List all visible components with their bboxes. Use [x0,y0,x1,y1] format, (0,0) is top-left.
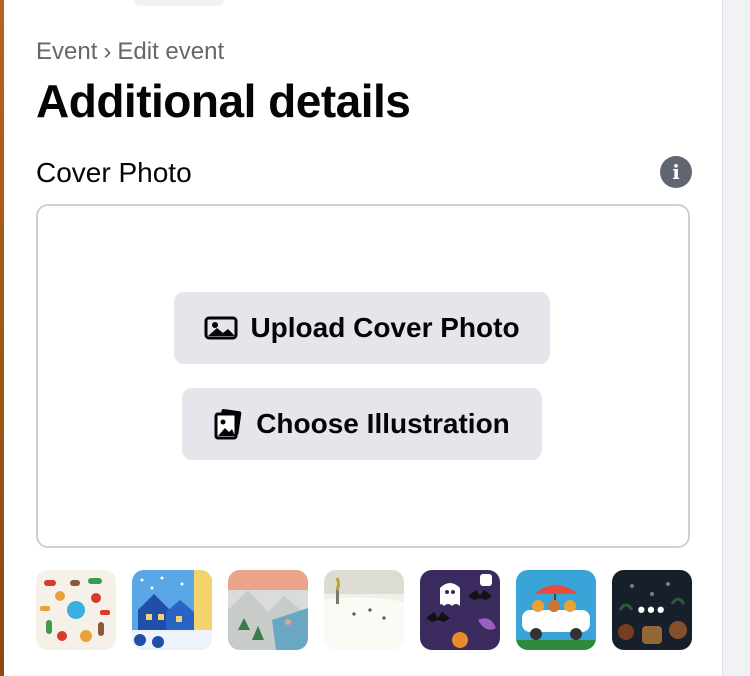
scroll-shadow [134,0,224,6]
thumbnail-road-trip-van[interactable] [516,570,596,650]
thumbnail-snowy-village[interactable] [132,570,212,650]
illustration-icon [214,408,244,440]
info-icon[interactable]: i [660,156,692,188]
upload-cover-photo-label: Upload Cover Photo [250,312,520,343]
illustration-thumbnails: ••• [36,570,696,650]
thumbnail-winter-holiday-pattern[interactable] [36,570,116,650]
breadcrumb-current: Edit event [117,38,225,65]
image-icon [204,315,238,341]
choose-illustration-label: Choose Illustration [256,408,510,439]
breadcrumb-parent[interactable]: Event [36,38,97,65]
upload-cover-photo-button[interactable]: Upload Cover Photo [174,292,550,364]
thumbnail-more-illustrations[interactable]: ••• [612,570,692,650]
event-details-panel: Event › Edit event Additional details Cove… [4,0,723,676]
choose-illustration-button[interactable]: Choose Illustration [182,388,542,460]
more-dots-icon: ••• [637,597,667,622]
thumbnail-halloween-bats-ghost[interactable] [420,570,500,650]
cover-photo-title: Cover Photo [36,157,192,188]
page-title: Additional details [36,75,411,127]
thumbnail-mountain-landscape[interactable] [228,570,308,650]
breadcrumb: Event › Edit event [36,38,224,66]
cover-photo-dropzone: Upload Cover Photo Choose Illustration [36,204,690,548]
breadcrumb-separator: › [103,38,112,65]
thumbnail-snow-field[interactable] [324,570,404,650]
